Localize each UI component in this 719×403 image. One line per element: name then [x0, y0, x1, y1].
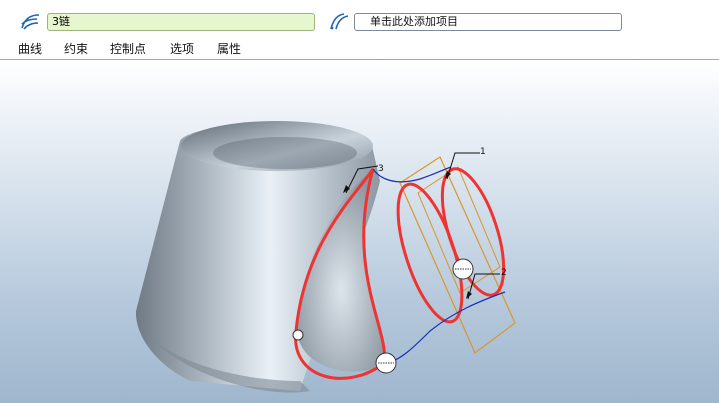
curve-label-3: 3: [378, 164, 384, 174]
tab-properties[interactable]: 属性: [217, 41, 241, 57]
tangent-handle-bottom[interactable]: [375, 352, 397, 374]
curve-label-2: 2: [501, 268, 507, 278]
blue-curve-bottom: [385, 291, 506, 364]
control-point-handle[interactable]: [292, 329, 304, 341]
curve-name-field[interactable]: 3链: [47, 13, 315, 31]
tangent-handle-middle[interactable]: [452, 258, 474, 280]
boundary-curve-1: [396, 182, 464, 324]
tab-control-points[interactable]: 控制点: [110, 41, 146, 57]
graphics-viewport[interactable]: 3 1 2: [0, 61, 719, 403]
curve-label-1: 1: [480, 147, 486, 157]
reference-collector-field[interactable]: 单击此处添加项目: [354, 13, 622, 31]
tab-bar: [0, 36, 719, 60]
tab-constraints[interactable]: 约束: [64, 41, 88, 57]
model-scene: 3 1 2: [135, 121, 516, 393]
tab-options[interactable]: 选项: [170, 41, 194, 57]
curve-icon[interactable]: [19, 10, 43, 32]
reference-curve-icon[interactable]: [327, 10, 351, 32]
tab-curve[interactable]: 曲线: [18, 41, 42, 57]
dashboard-top: 3链 单击此处添加项目: [0, 0, 719, 36]
